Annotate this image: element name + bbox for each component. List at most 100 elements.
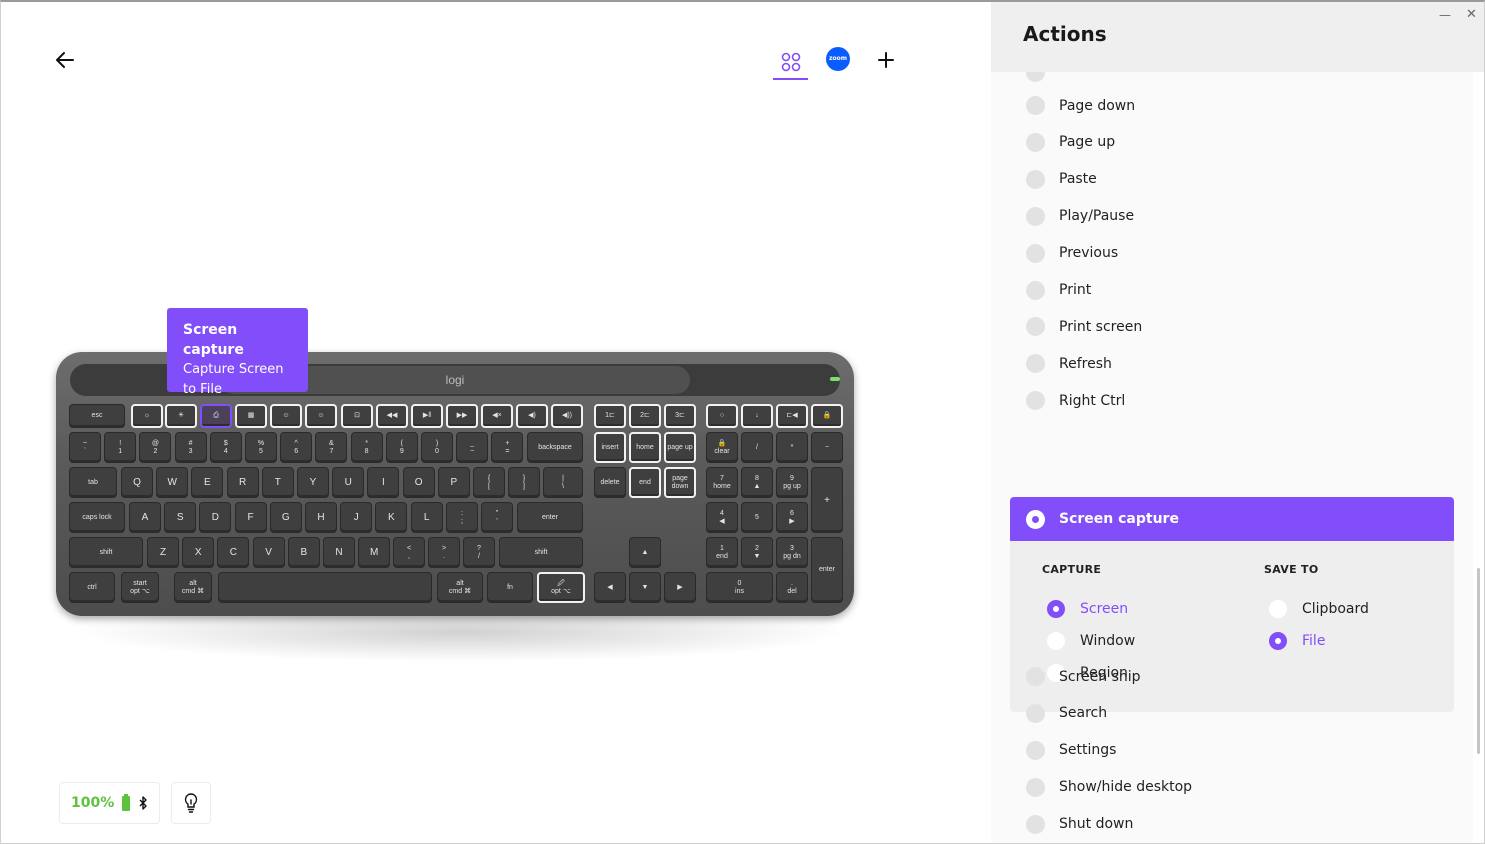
key-backspace[interactable]: backspace: [527, 432, 583, 463]
key-numpad[interactable]: /: [741, 432, 773, 463]
key-space[interactable]: [218, 572, 432, 603]
key-number[interactable]: @2: [139, 432, 172, 463]
key-function[interactable]: ☼: [131, 404, 163, 428]
backlight-button[interactable]: [171, 782, 211, 824]
action-item[interactable]: Page up: [991, 124, 1473, 161]
key-letter[interactable]: Q: [121, 467, 153, 498]
radio-unselected[interactable]: [1047, 632, 1065, 650]
key-number[interactable]: _ −: [456, 432, 489, 463]
key-bracket[interactable]: {[: [473, 467, 505, 498]
key-number[interactable]: (9: [385, 432, 418, 463]
key-numpad[interactable]: 6 ▶: [776, 502, 808, 533]
key-function[interactable]: 🔒: [811, 404, 843, 428]
action-item[interactable]: Shut down: [991, 806, 1473, 843]
key-function[interactable]: ⊡: [341, 404, 373, 428]
radio-unselected[interactable]: [1026, 96, 1045, 115]
key-comma[interactable]: <,: [393, 537, 425, 568]
action-item[interactable]: Print: [991, 272, 1473, 309]
key-letter[interactable]: W: [156, 467, 189, 498]
key-letter[interactable]: Z: [147, 537, 179, 568]
radio-unselected[interactable]: [1026, 391, 1045, 411]
key-numpad[interactable]: 5: [741, 502, 773, 533]
radio-unselected[interactable]: [1026, 703, 1045, 723]
key-arrow-right[interactable]: ▶: [664, 572, 696, 603]
key-quote[interactable]: " ': [481, 502, 513, 533]
close-icon[interactable]: ✕: [1466, 7, 1477, 22]
key-numpad-enter[interactable]: enter: [811, 537, 843, 603]
key-function[interactable]: ○: [706, 404, 738, 428]
key-easy-switch[interactable]: 1⊏: [594, 404, 626, 428]
radio-selected[interactable]: [1026, 509, 1045, 529]
key-numpad[interactable]: 2 ▼: [741, 537, 773, 568]
key-number[interactable]: ^ 6: [280, 432, 313, 463]
radio-unselected[interactable]: [1026, 169, 1045, 189]
add-app-button[interactable]: [875, 49, 897, 71]
battery-status[interactable]: 100%: [59, 782, 160, 824]
key-numpad[interactable]: *: [776, 432, 808, 463]
key-arrow-up[interactable]: ▲: [629, 537, 661, 568]
action-item[interactable]: Search: [991, 695, 1473, 732]
key-letter[interactable]: B: [287, 537, 320, 568]
key-function[interactable]: ☀: [165, 404, 197, 428]
action-item[interactable]: Show/hide desktop: [991, 769, 1473, 806]
key-backslash[interactable]: | \: [543, 467, 583, 498]
key-numpad[interactable]: 9 pg up: [776, 467, 808, 498]
save-option-clipboard[interactable]: Clipboard: [1269, 600, 1369, 618]
key-semicolon[interactable]: :;: [446, 502, 478, 533]
radio-unselected[interactable]: [1026, 667, 1045, 686]
key-letter[interactable]: U: [332, 467, 365, 498]
key-numpad[interactable]: 3 pg dn: [776, 537, 808, 568]
key-numpad-plus[interactable]: +: [811, 467, 843, 533]
key-arrow-left[interactable]: ◀: [594, 572, 626, 603]
radio-unselected[interactable]: [1026, 777, 1045, 797]
key-letter[interactable]: S: [164, 502, 197, 533]
key-function[interactable]: ◀): [516, 404, 548, 428]
key-numpad[interactable]: 7 home: [706, 467, 738, 498]
radio-unselected[interactable]: [1026, 740, 1045, 760]
key-numpad[interactable]: 8 ▲: [741, 467, 773, 498]
back-arrow-icon[interactable]: [53, 48, 77, 72]
radio-unselected[interactable]: [1026, 354, 1045, 374]
key-letter[interactable]: F: [234, 502, 267, 533]
key-letter[interactable]: P: [437, 467, 470, 498]
key-end[interactable]: end: [629, 467, 661, 498]
radio-unselected[interactable]: [1026, 243, 1045, 263]
key-easy-switch[interactable]: 2⊏: [629, 404, 661, 428]
key-fn[interactable]: fn: [487, 572, 533, 603]
action-item[interactable]: Right Ctrl: [991, 382, 1473, 419]
action-item[interactable]: Paste: [991, 161, 1473, 198]
key-numpad[interactable]: 1 end: [706, 537, 738, 568]
key-page-up[interactable]: page up: [664, 432, 696, 463]
key-page-down[interactable]: page down: [664, 467, 696, 498]
action-item[interactable]: Page down: [991, 87, 1473, 124]
key-enter[interactable]: enter: [517, 502, 583, 533]
key-easy-switch[interactable]: 3⊏: [664, 404, 696, 428]
actions-list[interactable]: Page down Page up Paste Play/Pause Previous P…: [991, 72, 1473, 843]
key-letter[interactable]: O: [402, 467, 435, 498]
key-numpad[interactable]: 4 ◀: [706, 502, 738, 533]
action-item[interactable]: Settings: [991, 732, 1473, 769]
key-function[interactable]: ◀×: [481, 404, 513, 428]
radio-unselected[interactable]: [1026, 317, 1045, 337]
capture-option-window[interactable]: Window: [1047, 632, 1135, 650]
key-shift-right[interactable]: shift: [499, 537, 583, 568]
key-insert[interactable]: insert: [594, 432, 626, 463]
key-letter[interactable]: X: [182, 537, 215, 568]
key-function[interactable]: ◀)): [551, 404, 583, 428]
key-number[interactable]: & 7: [315, 432, 348, 463]
key-letter[interactable]: D: [199, 502, 232, 533]
key-screen-capture[interactable]: ⎙: [200, 404, 232, 428]
key-numpad[interactable]: −: [811, 432, 843, 463]
key-number[interactable]: + =: [491, 432, 524, 463]
key-ctrl[interactable]: ctrl: [69, 572, 115, 603]
key-function[interactable]: ☺: [270, 404, 302, 428]
radio-unselected[interactable]: [1026, 206, 1045, 226]
capture-option-screen[interactable]: Screen: [1047, 600, 1128, 618]
key-alt[interactable]: alt cmd ⌘: [437, 572, 483, 603]
key-letter[interactable]: L: [410, 502, 443, 533]
radio-selected[interactable]: [1047, 600, 1065, 618]
key-function[interactable]: ⊏◀: [776, 404, 808, 428]
key-letter[interactable]: H: [305, 502, 337, 533]
radio-selected[interactable]: [1269, 632, 1287, 650]
save-option-file[interactable]: File: [1269, 632, 1325, 650]
